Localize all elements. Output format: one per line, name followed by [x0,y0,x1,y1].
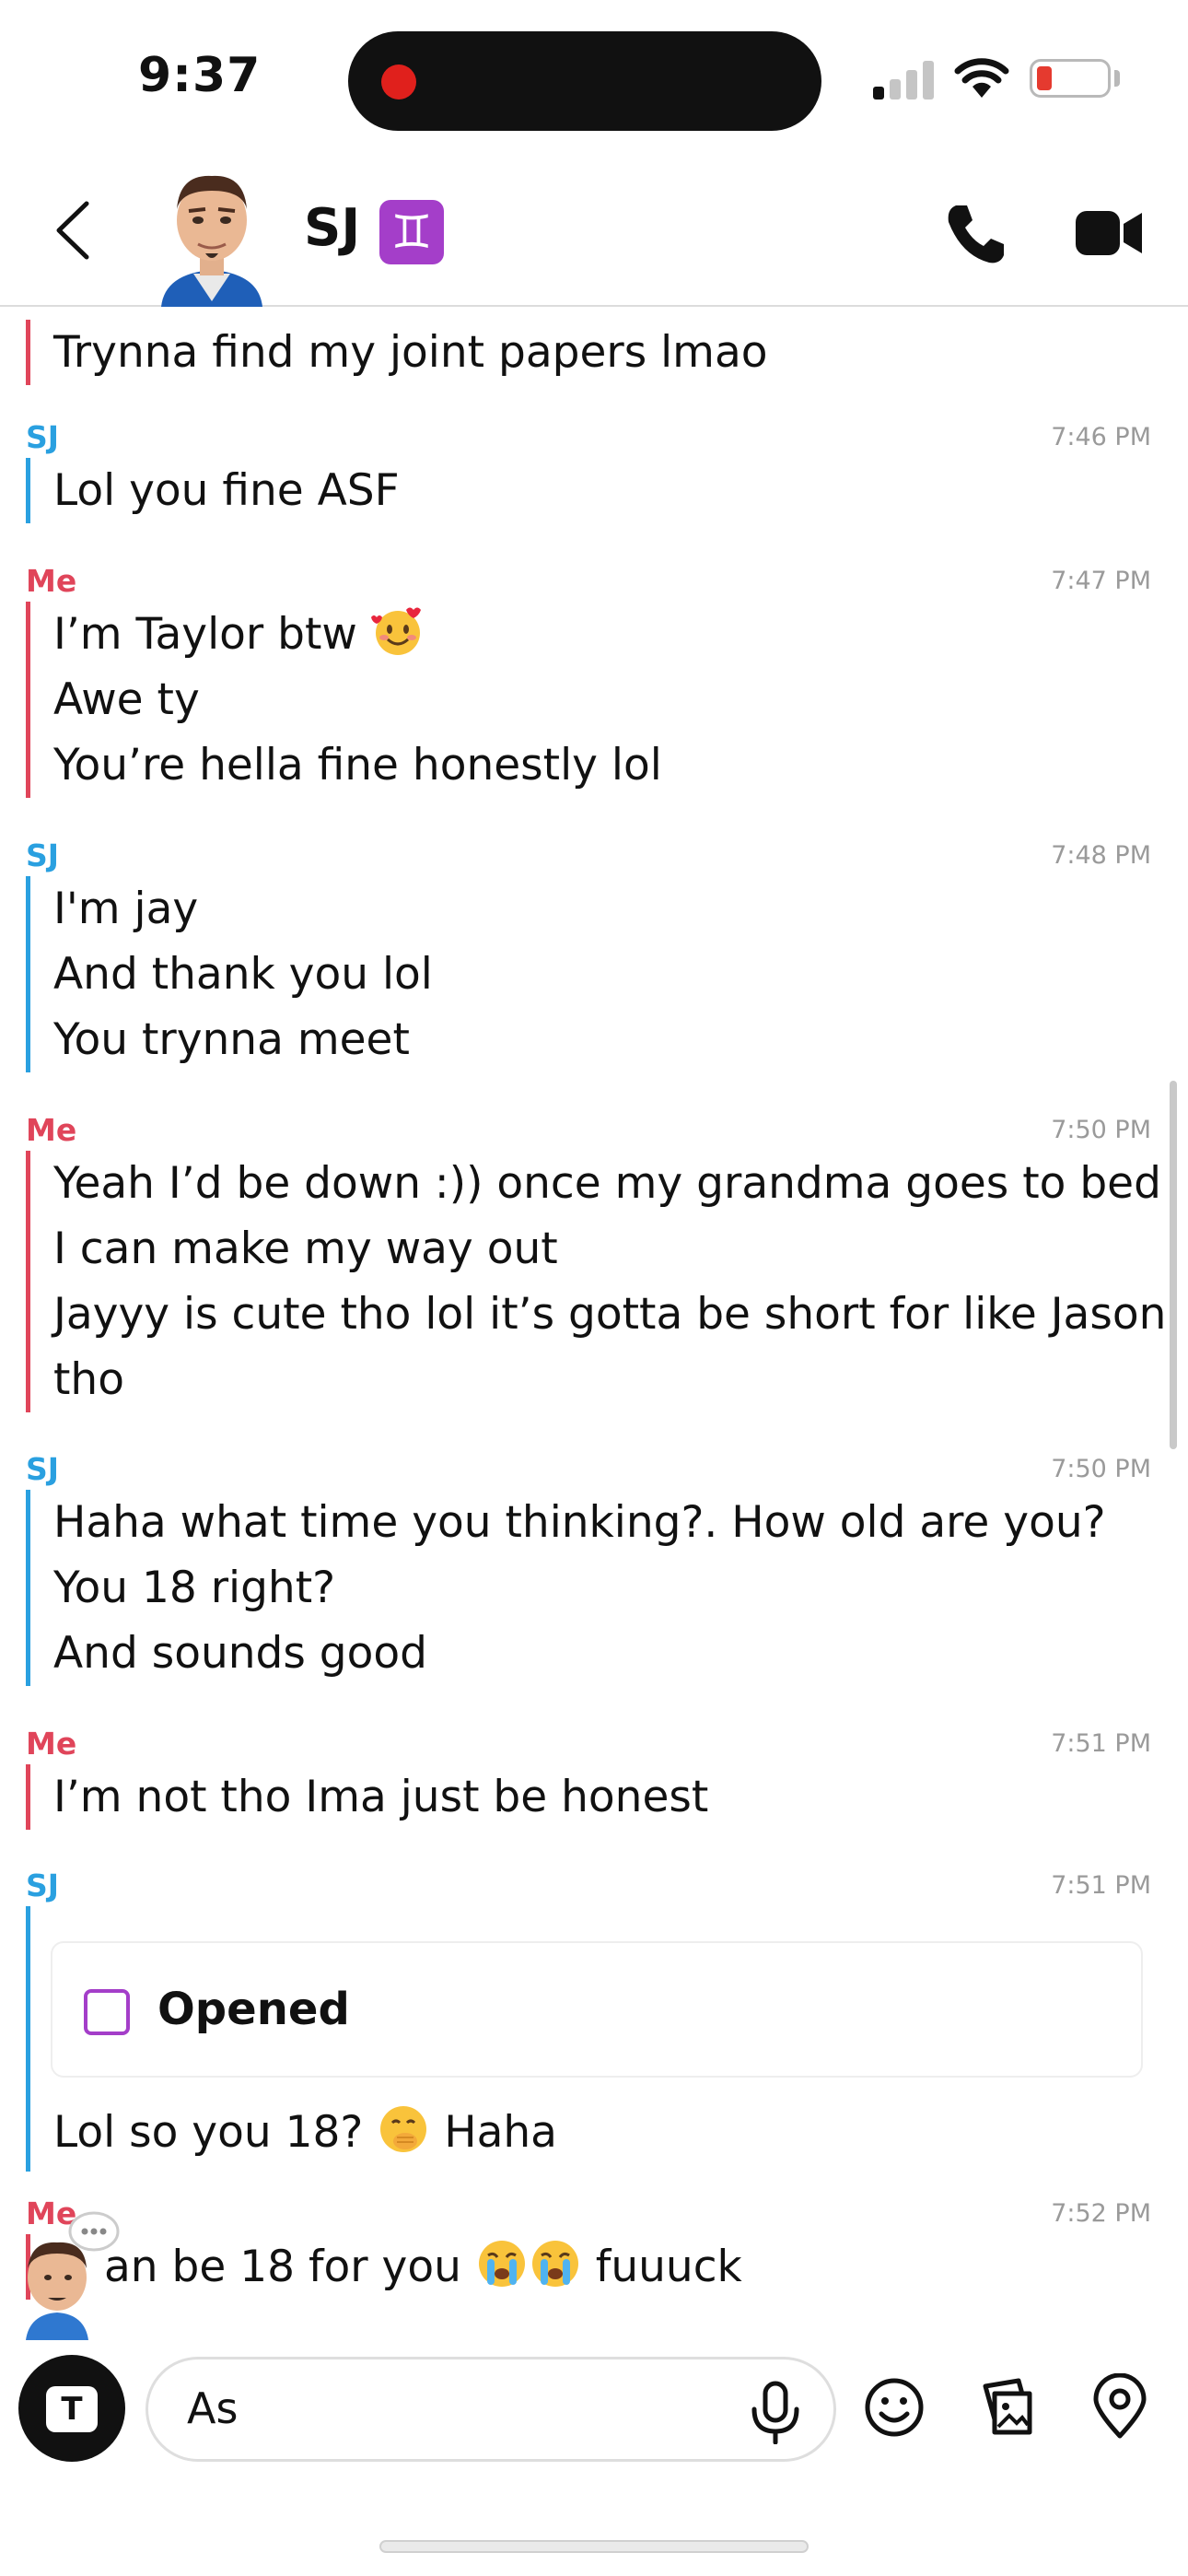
contact-name[interactable]: SJ [304,198,360,258]
message-line: an be 18 for you fuuuck [104,2234,742,2300]
opened-snap-icon [84,1989,130,2035]
camera-icon: T [46,2386,98,2432]
message-line: Lol so you 18? Haha [53,2100,557,2165]
status-bar: 9:37 [0,0,1188,152]
phone-icon[interactable] [943,202,1007,266]
sender-label: SJ [26,1451,60,1487]
zodiac-gemini-badge: ♊ [379,200,444,264]
message-bubble-sj[interactable]: Lol you fine ASF [26,458,400,523]
typing-bitmoji-avatar [26,2211,120,2340]
sender-label: SJ [26,837,60,873]
message-line: tho [53,1354,124,1405]
message-line: You trynna meet [53,1014,410,1065]
camera-button[interactable]: T [18,2355,125,2462]
message-line: Yeah I’d be down :)) once my grandma goe… [53,1158,1161,1209]
message-timestamp: 7:51 PM [1051,1871,1151,1900]
message-bubble-me[interactable]: Trynna find my joint papers lmao [26,320,768,385]
message-line: You’re hella fine honestly lol [53,740,662,790]
location-pin-icon[interactable] [1090,2373,1149,2440]
home-indicator[interactable] [379,2540,809,2553]
opened-snap-card[interactable]: Opened [51,1941,1143,2078]
opened-label: Opened [157,1984,350,2035]
chat-header: SJ ♊ [0,152,1188,307]
contact-bitmoji-avatar[interactable] [152,163,272,307]
back-chevron-icon[interactable] [46,198,101,263]
chat-thread[interactable]: Trynna find my joint papers lmao SJ 7:46… [0,307,1188,2334]
message-timestamp: 7:48 PM [1051,841,1151,870]
wifi-icon [954,58,1009,98]
message-line: Haha what time you thinking?. How old ar… [53,1497,1106,1548]
microphone-icon[interactable] [747,2380,804,2444]
message-bubble-sj[interactable]: Haha what time you thinking?. How old ar… [26,1490,1106,1686]
message-timestamp: 7:50 PM [1051,1455,1151,1483]
battery-icon [1030,59,1111,98]
face-with-hand-over-mouth-emoji-icon [380,2106,427,2152]
message-input[interactable]: As [146,2357,836,2462]
message-bubble-me[interactable]: an be 18 for you fuuuck [26,2234,742,2300]
message-timestamp: 7:46 PM [1051,423,1151,451]
status-time: 9:37 [138,48,262,103]
message-line: Lol you fine ASF [53,465,400,516]
message-bubble-sj[interactable]: Opened Lol so you 18? Haha [26,1906,1168,2172]
message-line: You 18 right? [53,1563,336,1613]
scrollbar[interactable] [1170,1081,1177,1449]
message-line: Jayyy is cute tho lol it’s gotta be shor… [53,1289,1167,1340]
sender-label: Me [26,1726,77,1762]
message-line: I’m Taylor btw [53,602,662,667]
message-line: Trynna find my joint papers lmao [53,327,768,378]
chat-input-bar: T As [0,2349,1188,2488]
loudly-crying-face-emoji-icon [531,2241,578,2287]
message-bubble-sj[interactable]: I'm jay And thank you lol You trynna mee… [26,876,433,1072]
message-timestamp: 7:50 PM [1051,1116,1151,1144]
message-timestamp: 7:52 PM [1051,2199,1151,2228]
message-line: I can make my way out [53,1224,558,1274]
message-line: And thank you lol [53,949,433,1000]
sender-label: Me [26,563,77,599]
smiling-face-with-hearts-emoji-icon [370,607,421,655]
message-bubble-me[interactable]: Yeah I’d be down :)) once my grandma goe… [26,1151,1166,1412]
smiley-icon[interactable] [864,2377,925,2438]
sender-label: SJ [26,1868,60,1903]
recording-dot-icon [381,64,416,100]
message-bubble-me[interactable]: I’m not tho Ima just be honest [26,1764,708,1830]
sender-label: Me [26,1112,77,1148]
message-timestamp: 7:51 PM [1051,1729,1151,1758]
message-line: And sounds good [53,1628,427,1679]
dynamic-island [348,31,821,131]
message-input-text: As [187,2383,239,2433]
cellular-signal-icon [873,61,936,100]
video-camera-icon[interactable] [1076,205,1144,261]
message-line: Awe ty [53,674,200,725]
message-line: I'm jay [53,884,199,934]
sender-label: SJ [26,419,60,455]
loudly-crying-face-emoji-icon [478,2241,525,2287]
message-line: I’m not tho Ima just be honest [53,1772,709,1822]
message-bubble-me[interactable]: I’m Taylor btw Awe ty You’re hella fine … [26,602,662,798]
sticker-icon[interactable] [976,2375,1039,2438]
message-timestamp: 7:47 PM [1051,567,1151,595]
